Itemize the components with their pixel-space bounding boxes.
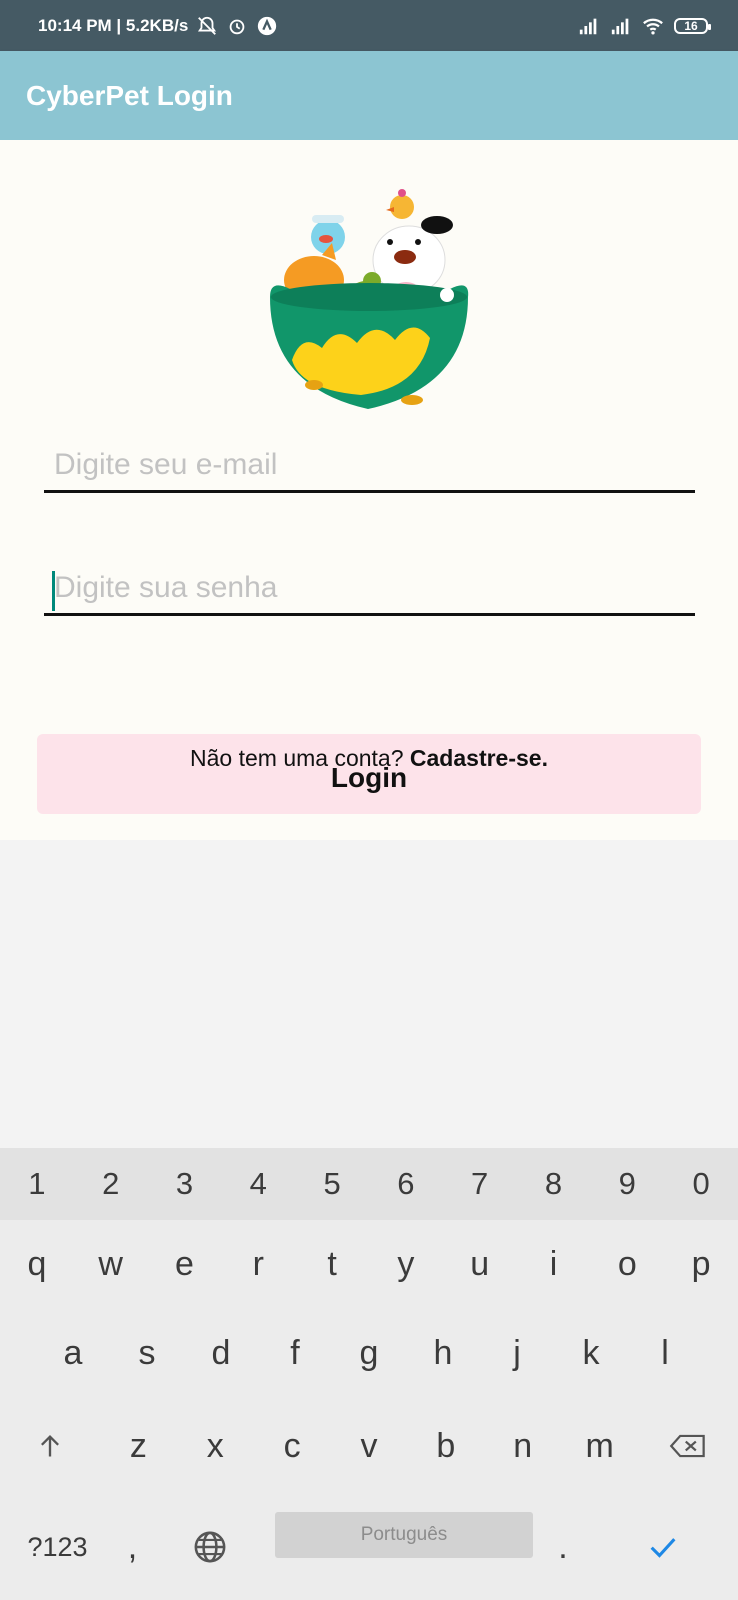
space-key[interactable]: Português (270, 1494, 538, 1600)
status-right: 16 (578, 15, 711, 37)
notifications-off-icon (198, 16, 217, 35)
keyboard-row-4: ?123 , Português . (0, 1494, 738, 1600)
key-t[interactable]: t (295, 1220, 369, 1308)
login-content: Não tem uma conta? Cadastre-se. Login (0, 140, 738, 840)
globe-icon (194, 1531, 226, 1563)
key-q[interactable]: q (0, 1220, 74, 1308)
key-w[interactable]: w (74, 1220, 148, 1308)
email-field[interactable] (44, 440, 695, 493)
pets-logo-image (270, 189, 469, 409)
key-0[interactable]: 0 (664, 1148, 738, 1220)
key-n[interactable]: n (484, 1398, 561, 1494)
key-g[interactable]: g (332, 1308, 406, 1398)
keyboard-row-2: a s d f g h j k l (0, 1308, 738, 1398)
key-k[interactable]: k (554, 1308, 628, 1398)
text-caret (52, 571, 55, 611)
key-s[interactable]: s (110, 1308, 184, 1398)
alarm-icon (229, 19, 245, 34)
key-r[interactable]: r (221, 1220, 295, 1308)
key-f[interactable]: f (258, 1308, 332, 1398)
key-h[interactable]: h (406, 1308, 480, 1398)
shift-arrow-icon (40, 1435, 59, 1457)
password-field[interactable] (44, 563, 695, 616)
key-l[interactable]: l (628, 1308, 702, 1398)
key-y[interactable]: y (369, 1220, 443, 1308)
status-bar: 10:14 PM | 5.2KB/s 16 (0, 0, 738, 51)
status-time-speed: 10:14 PM | 5.2KB/s (38, 15, 189, 35)
app-title: CyberPet Login (26, 79, 233, 111)
period-key[interactable]: . (538, 1494, 588, 1600)
symbols-key[interactable]: ?123 (0, 1494, 115, 1600)
key-z[interactable]: z (100, 1398, 177, 1494)
comma-key[interactable]: , (115, 1494, 150, 1600)
login-button[interactable]: Não tem uma conta? Cadastre-se. Login (37, 734, 701, 814)
keyboard-number-row: 1 2 3 4 5 6 7 8 9 0 (0, 1148, 738, 1220)
signal-icon-2 (611, 18, 629, 34)
key-5[interactable]: 5 (295, 1148, 369, 1220)
key-4[interactable]: 4 (221, 1148, 295, 1220)
login-label: Login (330, 762, 408, 793)
key-i[interactable]: i (517, 1220, 591, 1308)
checkmark-icon (650, 1538, 676, 1558)
keyboard-row-1: q w e r t y u i o p (0, 1220, 738, 1308)
key-9[interactable]: 9 (590, 1148, 664, 1220)
keyboard: 1 2 3 4 5 6 7 8 9 0 q w e r t y u i o p … (0, 1148, 738, 1600)
key-b[interactable]: b (407, 1398, 484, 1494)
keyboard-row-3: z x c v b n m (0, 1398, 738, 1494)
enter-key[interactable] (588, 1494, 738, 1600)
key-7[interactable]: 7 (443, 1148, 517, 1220)
key-3[interactable]: 3 (148, 1148, 222, 1220)
key-c[interactable]: c (254, 1398, 331, 1494)
key-1[interactable]: 1 (0, 1148, 74, 1220)
backspace-key[interactable] (638, 1398, 738, 1494)
key-v[interactable]: v (331, 1398, 408, 1494)
key-j[interactable]: j (480, 1308, 554, 1398)
key-6[interactable]: 6 (369, 1148, 443, 1220)
key-o[interactable]: o (590, 1220, 664, 1308)
email-input[interactable] (44, 440, 695, 490)
key-u[interactable]: u (443, 1220, 517, 1308)
backspace-icon (669, 1434, 705, 1458)
app-bar: CyberPet Login (0, 51, 738, 140)
key-a[interactable]: a (36, 1308, 110, 1398)
space-bar[interactable]: Português (275, 1512, 533, 1558)
key-x[interactable]: x (177, 1398, 254, 1494)
key-2[interactable]: 2 (74, 1148, 148, 1220)
signal-icon (579, 18, 597, 34)
status-left: 10:14 PM | 5.2KB/s (38, 15, 278, 37)
key-p[interactable]: p (664, 1220, 738, 1308)
password-input[interactable] (44, 563, 695, 613)
shift-key[interactable] (0, 1398, 100, 1494)
key-e[interactable]: e (148, 1220, 222, 1308)
battery-icon: 16 (674, 17, 711, 34)
language-key[interactable] (150, 1494, 270, 1600)
key-m[interactable]: m (561, 1398, 638, 1494)
app-notification-icon (258, 16, 277, 35)
key-8[interactable]: 8 (517, 1148, 591, 1220)
key-d[interactable]: d (184, 1308, 258, 1398)
wifi-icon (643, 18, 663, 35)
